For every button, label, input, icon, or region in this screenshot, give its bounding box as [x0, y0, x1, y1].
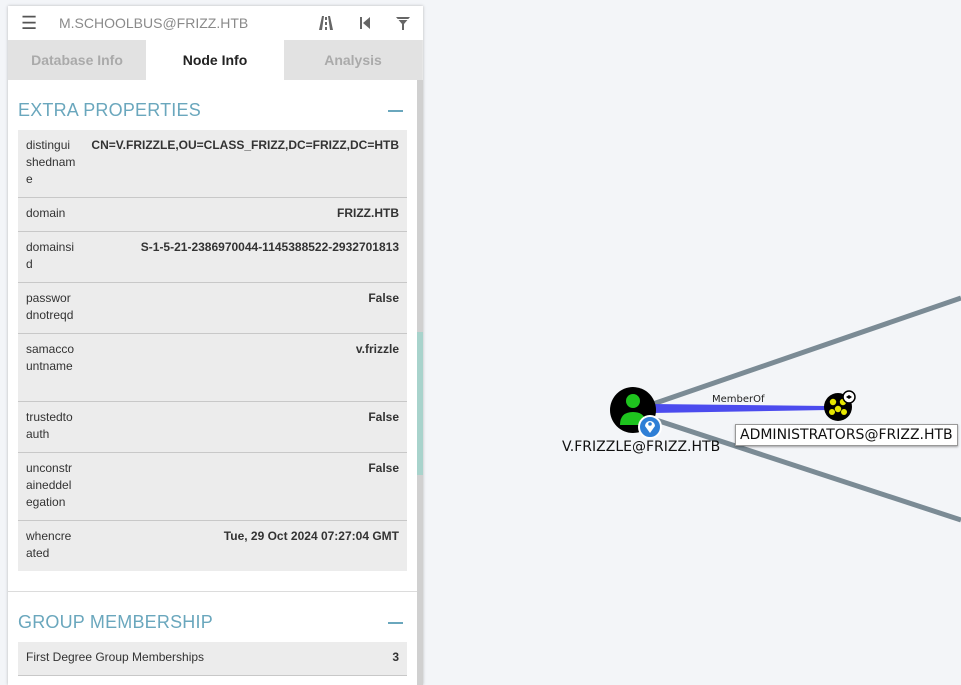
property-key: whencreated [26, 529, 72, 560]
property-key: samaccountname [26, 342, 75, 373]
map-pin-icon [638, 415, 662, 439]
property-value: FRIZZ.HTB [337, 206, 399, 220]
property-key: domainsid [26, 240, 75, 271]
table-row: whencreated Tue, 29 Oct 2024 07:27:04 GM… [18, 521, 407, 571]
group-membership-table: First Degree Group Memberships 3 [18, 642, 407, 676]
property-value: Tue, 29 Oct 2024 07:27:04 GMT [223, 529, 399, 543]
edge-label: MemberOf [712, 394, 765, 405]
collapse-icon[interactable] [388, 622, 403, 624]
property-value: CN=V.FRIZZLE,OU=CLASS_FRIZZ,DC=FRIZZ,DC=… [91, 138, 399, 152]
table-row: samaccountname v.frizzle [18, 334, 407, 402]
table-row: unconstraineddelegation False [18, 453, 407, 521]
tab-database-info[interactable]: Database Info [8, 40, 146, 80]
table-row: distinguishedname CN=V.FRIZZLE,OU=CLASS_… [18, 130, 407, 198]
table-row: passwordnotreqd False [18, 283, 407, 334]
high-value-icon [842, 390, 856, 404]
back-icon[interactable] [356, 14, 374, 32]
menu-icon[interactable]: ☰ [21, 13, 37, 34]
user-node[interactable] [610, 387, 662, 439]
section-title: EXTRA PROPERTIES [18, 100, 201, 120]
property-key: First Degree Group Memberships [26, 650, 205, 664]
property-value: False [368, 410, 399, 424]
property-value: v.frizzle [355, 342, 399, 356]
section-title: GROUP MEMBERSHIP [18, 612, 213, 632]
extra-properties-table: distinguishedname CN=V.FRIZZLE,OU=CLASS_… [18, 130, 407, 571]
table-row: trustedtoauth False [18, 402, 407, 453]
search-input[interactable]: M.SCHOOLBUS@FRIZZ.HTB [59, 15, 248, 31]
edge-to-upper-node[interactable] [649, 295, 961, 408]
property-key: passwordnotreqd [26, 291, 74, 322]
property-value: False [368, 461, 399, 475]
tab-node-info[interactable]: Node Info [146, 40, 284, 80]
filter-icon[interactable] [394, 14, 412, 32]
property-value[interactable]: 3 [392, 649, 399, 666]
property-key: trustedtoauth [26, 410, 73, 441]
pathfinding-icon[interactable] [317, 14, 335, 32]
property-key: unconstraineddelegation [26, 461, 73, 509]
property-key: domain [26, 206, 66, 220]
memberof-edge[interactable] [652, 404, 828, 413]
table-row: domain FRIZZ.HTB [18, 198, 407, 232]
group-membership-header[interactable]: GROUP MEMBERSHIP [18, 608, 408, 638]
property-value: False [368, 291, 399, 305]
node-info-content: EXTRA PROPERTIES distinguishedname CN=V.… [8, 80, 418, 685]
tab-bar: Database Info Node Info Analysis [8, 40, 423, 80]
table-row[interactable]: First Degree Group Memberships 3 [18, 642, 407, 676]
tab-analysis[interactable]: Analysis [284, 40, 422, 80]
extra-properties-header[interactable]: EXTRA PROPERTIES [18, 96, 408, 126]
scrollbar[interactable] [417, 80, 423, 685]
section-divider [8, 591, 418, 592]
group-node-label[interactable]: ADMINISTRATORS@FRIZZ.HTB [735, 424, 958, 446]
search-bar: ☰ M.SCHOOLBUS@FRIZZ.HTB [8, 6, 423, 41]
scrollbar-thumb[interactable] [417, 332, 423, 475]
user-node-label[interactable]: V.FRIZZLE@FRIZZ.HTB [562, 439, 720, 455]
collapse-icon[interactable] [388, 110, 403, 112]
property-key: distinguishedname [26, 138, 76, 186]
group-node[interactable] [824, 390, 856, 421]
side-panel: ☰ M.SCHOOLBUS@FRIZZ.HTB Database Info No… [8, 6, 423, 685]
table-row: domainsid S-1-5-21-2386970044-1145388522… [18, 232, 407, 283]
property-value: S-1-5-21-2386970044-1145388522-293270181… [140, 240, 399, 254]
